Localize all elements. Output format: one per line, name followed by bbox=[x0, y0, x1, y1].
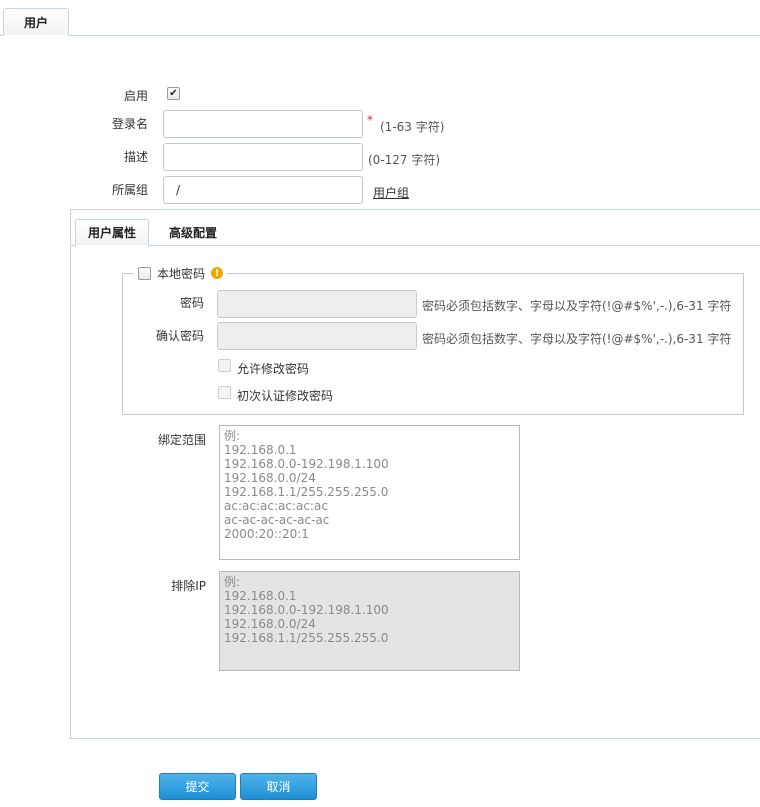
first-auth-change-label: 初次认证修改密码 bbox=[237, 389, 334, 403]
exclude-ip-textarea[interactable]: 例: 192.168.0.1 192.168.0.0-192.198.1.100… bbox=[219, 571, 520, 671]
group-input[interactable] bbox=[163, 176, 363, 204]
password-hint: 密码必须包括数字、字母以及字符(!@#$%',-.),6-31 字符 bbox=[422, 299, 732, 313]
allow-change-password-checkbox[interactable] bbox=[218, 359, 231, 372]
description-input[interactable] bbox=[163, 143, 363, 171]
description-hint: (0-127 字符) bbox=[368, 153, 441, 167]
exclude-ip-label: 排除IP bbox=[171, 579, 206, 593]
login-name-label: 登录名 bbox=[111, 117, 148, 131]
checkmark-icon: ✔ bbox=[169, 87, 178, 99]
confirm-password-hint: 密码必须包括数字、字母以及字符(!@#$%',-.),6-31 字符 bbox=[422, 332, 732, 346]
top-tab-divider bbox=[0, 35, 760, 36]
confirm-password-label: 确认密码 bbox=[155, 329, 204, 343]
password-input[interactable] bbox=[217, 290, 417, 318]
first-auth-change-checkbox[interactable] bbox=[218, 386, 231, 399]
bind-range-label: 绑定范围 bbox=[157, 433, 206, 447]
group-label: 所属组 bbox=[111, 183, 148, 197]
enable-checkbox[interactable]: ✔ bbox=[167, 87, 180, 100]
required-mark: * bbox=[367, 113, 373, 127]
bind-range-textarea[interactable]: 例: 192.168.0.1 192.168.0.0-192.198.1.100… bbox=[219, 425, 520, 560]
local-password-legend: 本地密码 ! bbox=[134, 264, 228, 282]
submit-button[interactable]: 提交 bbox=[159, 773, 236, 800]
login-name-input[interactable] bbox=[163, 110, 363, 138]
cancel-button[interactable]: 取消 bbox=[240, 773, 317, 800]
tab-advanced-config[interactable]: 高级配置 bbox=[156, 219, 230, 246]
local-password-label: 本地密码 bbox=[157, 266, 206, 281]
allow-change-password-label: 允许修改密码 bbox=[237, 362, 310, 376]
login-name-hint: (1-63 字符) bbox=[380, 120, 445, 134]
enable-label: 启用 bbox=[123, 89, 148, 103]
confirm-password-input[interactable] bbox=[217, 322, 417, 350]
tab-user-properties[interactable]: 用户属性 bbox=[75, 219, 149, 246]
password-label: 密码 bbox=[179, 296, 204, 310]
tab-user[interactable]: 用户 bbox=[3, 8, 69, 36]
local-password-checkbox[interactable] bbox=[138, 266, 151, 280]
warning-icon: ! bbox=[211, 267, 224, 279]
user-group-link[interactable]: 用户组 bbox=[373, 184, 409, 201]
description-label: 描述 bbox=[123, 150, 148, 164]
